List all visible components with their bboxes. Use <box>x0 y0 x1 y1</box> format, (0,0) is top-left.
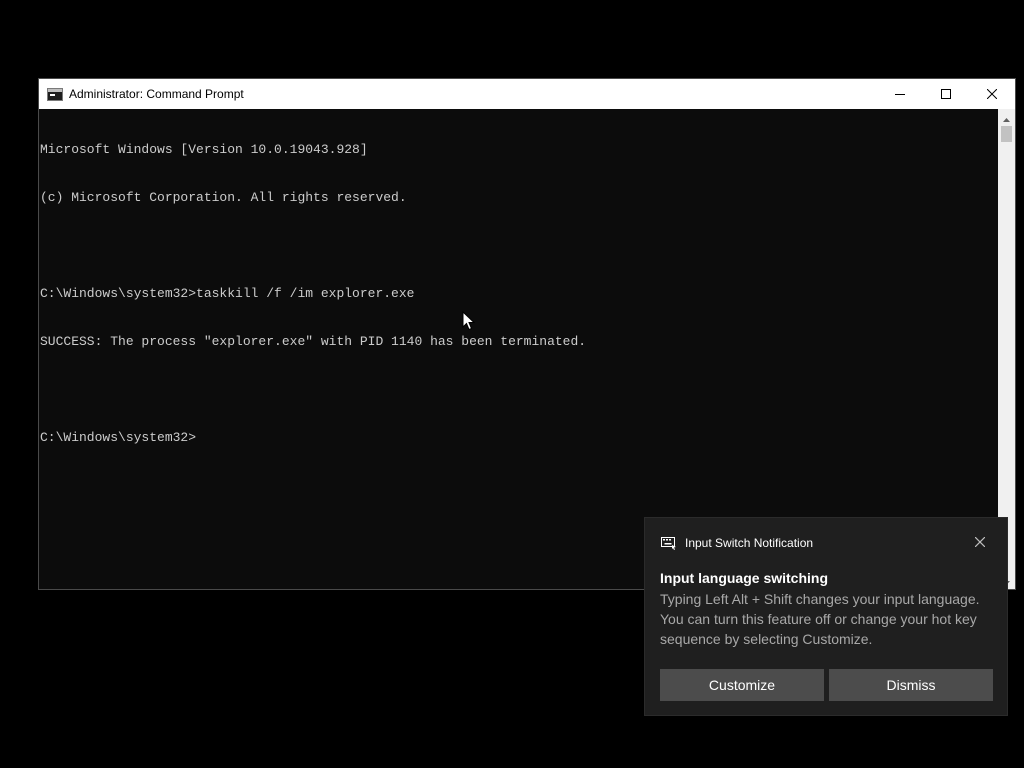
notification-header: Input Switch Notification <box>661 536 813 550</box>
desktop: Administrator: Command Prompt Microsoft … <box>0 0 1024 768</box>
command-prompt-window[interactable]: Administrator: Command Prompt Microsoft … <box>38 78 1016 590</box>
console-line: C:\Windows\system32>taskkill /f /im expl… <box>40 286 415 301</box>
mouse-pointer-icon <box>462 310 476 331</box>
close-button[interactable] <box>969 79 1015 109</box>
scrollbar-thumb[interactable] <box>1001 126 1012 142</box>
notification-close-button[interactable] <box>973 536 987 550</box>
maximize-icon <box>941 89 951 99</box>
keyboard-icon <box>661 536 677 550</box>
title-bar[interactable]: Administrator: Command Prompt <box>39 79 1015 109</box>
console-prompt-line: C:\Windows\system32> <box>40 430 197 445</box>
notification-title: Input language switching <box>660 570 828 586</box>
window-title: Administrator: Command Prompt <box>69 87 244 101</box>
console-line: Microsoft Windows [Version 10.0.19043.92… <box>40 142 368 157</box>
minimize-button[interactable] <box>877 79 923 109</box>
minimize-icon <box>895 89 905 99</box>
customize-button[interactable]: Customize <box>660 669 824 701</box>
chevron-up-icon <box>1003 109 1010 127</box>
input-switch-notification[interactable]: Input Switch Notification Input language… <box>644 517 1008 716</box>
maximize-button[interactable] <box>923 79 969 109</box>
notification-actions: Customize Dismiss <box>660 669 993 701</box>
close-icon <box>974 534 986 552</box>
dismiss-button[interactable]: Dismiss <box>829 669 993 701</box>
cmd-icon[interactable] <box>47 87 63 101</box>
notification-app-name: Input Switch Notification <box>685 536 814 550</box>
console-line: (c) Microsoft Corporation. All rights re… <box>40 190 407 205</box>
notification-body: Typing Left Alt + Shift changes your inp… <box>660 591 980 647</box>
close-icon <box>987 89 997 99</box>
scroll-up-button[interactable] <box>998 109 1015 126</box>
console-line: SUCCESS: The process "explorer.exe" with… <box>40 334 587 349</box>
window-controls <box>877 79 1015 109</box>
